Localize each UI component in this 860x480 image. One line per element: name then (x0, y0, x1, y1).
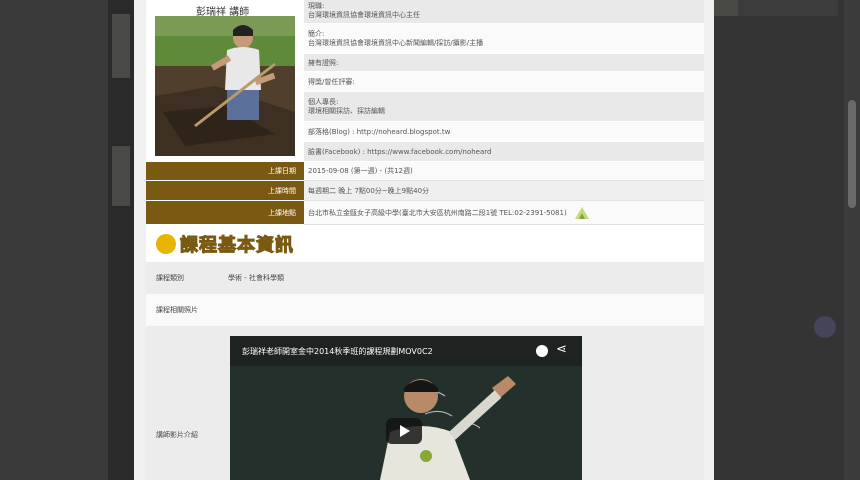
video-thumbnail (230, 336, 582, 480)
course-video-label: 講師影片介紹 (156, 431, 198, 439)
location-row: 台北市私立金甌女子高級中學(臺北市大安區杭州南路二段1號 TEL:02-2391… (304, 201, 704, 225)
license-row: 擁有證照: (304, 54, 704, 72)
license-label: 擁有證照: (308, 59, 339, 67)
background-right (714, 0, 860, 480)
map-icon[interactable] (573, 205, 591, 221)
honors-label: 得獎/曾任評審: (308, 78, 355, 86)
intro-label: 簡介: (308, 30, 325, 38)
expertise-row: 個人專長: 環境相關採訪、採訪編輯 (304, 92, 704, 122)
video-player[interactable]: 彭瑞祥老師開室金中2014秋季班的課程規劃MOV0C2 ⋖ (230, 336, 582, 480)
intro-row: 簡介: 台灣環境資訊協會環境資訊中心新聞編輯/採訪/攝影/主播 (304, 24, 704, 54)
background-strip (738, 0, 838, 16)
intro-value: 台灣環境資訊協會環境資訊中心新聞編輯/採訪/攝影/主播 (308, 39, 484, 47)
course-category-label: 課程類別 (156, 274, 184, 282)
scrollbar[interactable] (844, 0, 860, 480)
current-position-label: 現職: (308, 2, 325, 10)
blog-link[interactable]: 部落格(Blog) : http://noheard.blogspot.tw (308, 128, 700, 137)
modal-content: 彭瑞祥 講師 現職: 台灣環境資訊協會環境資訊中心主任 簡介: 台灣環境資訊協會… (146, 0, 704, 480)
video-title: 彭瑞祥老師開室金中2014秋季班的課程規劃MOV0C2 (242, 347, 433, 356)
floating-button[interactable] (814, 316, 836, 338)
current-position-value: 台灣環境資訊協會環境資訊中心主任 (308, 11, 420, 19)
location-value: 台北市私立金甌女子高級中學(臺北市大安區杭州南路二段1號 TEL:02-2391… (308, 208, 567, 217)
teacher-photo-column: 彭瑞祥 講師 (146, 0, 304, 160)
section-header: 課程基本資訊 (156, 232, 294, 257)
start-date-label: 上課日期 (146, 162, 304, 181)
course-photos-row: 課程相關照片 (146, 294, 704, 326)
scrollbar-thumb[interactable] (848, 100, 856, 208)
teacher-photo (155, 16, 295, 156)
start-date-value: 2015-09-08 (第一週) - (共12週) (304, 162, 704, 181)
class-time-value: 每週期二 晚上 7點00分~晚上9點40分 (304, 181, 704, 201)
honors-row: 得獎/曾任評審: (304, 72, 704, 92)
section-title: 課程基本資訊 (180, 235, 294, 257)
bullet-icon (156, 234, 176, 254)
facebook-row[interactable]: 臉書(Facebook) : https://www.facebook.com/… (304, 142, 704, 162)
teacher-photo-image (155, 16, 295, 156)
location-label: 上課地點 (146, 201, 304, 225)
course-category-value: 學術 - 社會科學類 (228, 274, 284, 282)
background-card (112, 146, 130, 206)
watch-later-icon[interactable] (536, 345, 548, 357)
share-icon[interactable]: ⋖ (556, 342, 567, 357)
expertise-value: 環境相關採訪、採訪編輯 (308, 107, 385, 115)
class-time-label: 上課時間 (146, 181, 304, 201)
blog-row[interactable]: 部落格(Blog) : http://noheard.blogspot.tw (304, 122, 704, 142)
current-position-row: 現職: 台灣環境資訊協會環境資訊中心主任 (304, 0, 704, 24)
course-photos-label: 課程相關照片 (156, 306, 198, 314)
background-card (112, 14, 130, 78)
facebook-link[interactable]: 臉書(Facebook) : https://www.facebook.com/… (308, 148, 700, 157)
play-button[interactable] (386, 418, 422, 444)
course-category-row: 課程類別 學術 - 社會科學類 (146, 262, 704, 294)
background-strip (714, 0, 738, 16)
course-detail-modal: 彭瑞祥 講師 現職: 台灣環境資訊協會環境資訊中心主任 簡介: 台灣環境資訊協會… (134, 0, 714, 480)
expertise-label: 個人專長: (308, 98, 339, 106)
